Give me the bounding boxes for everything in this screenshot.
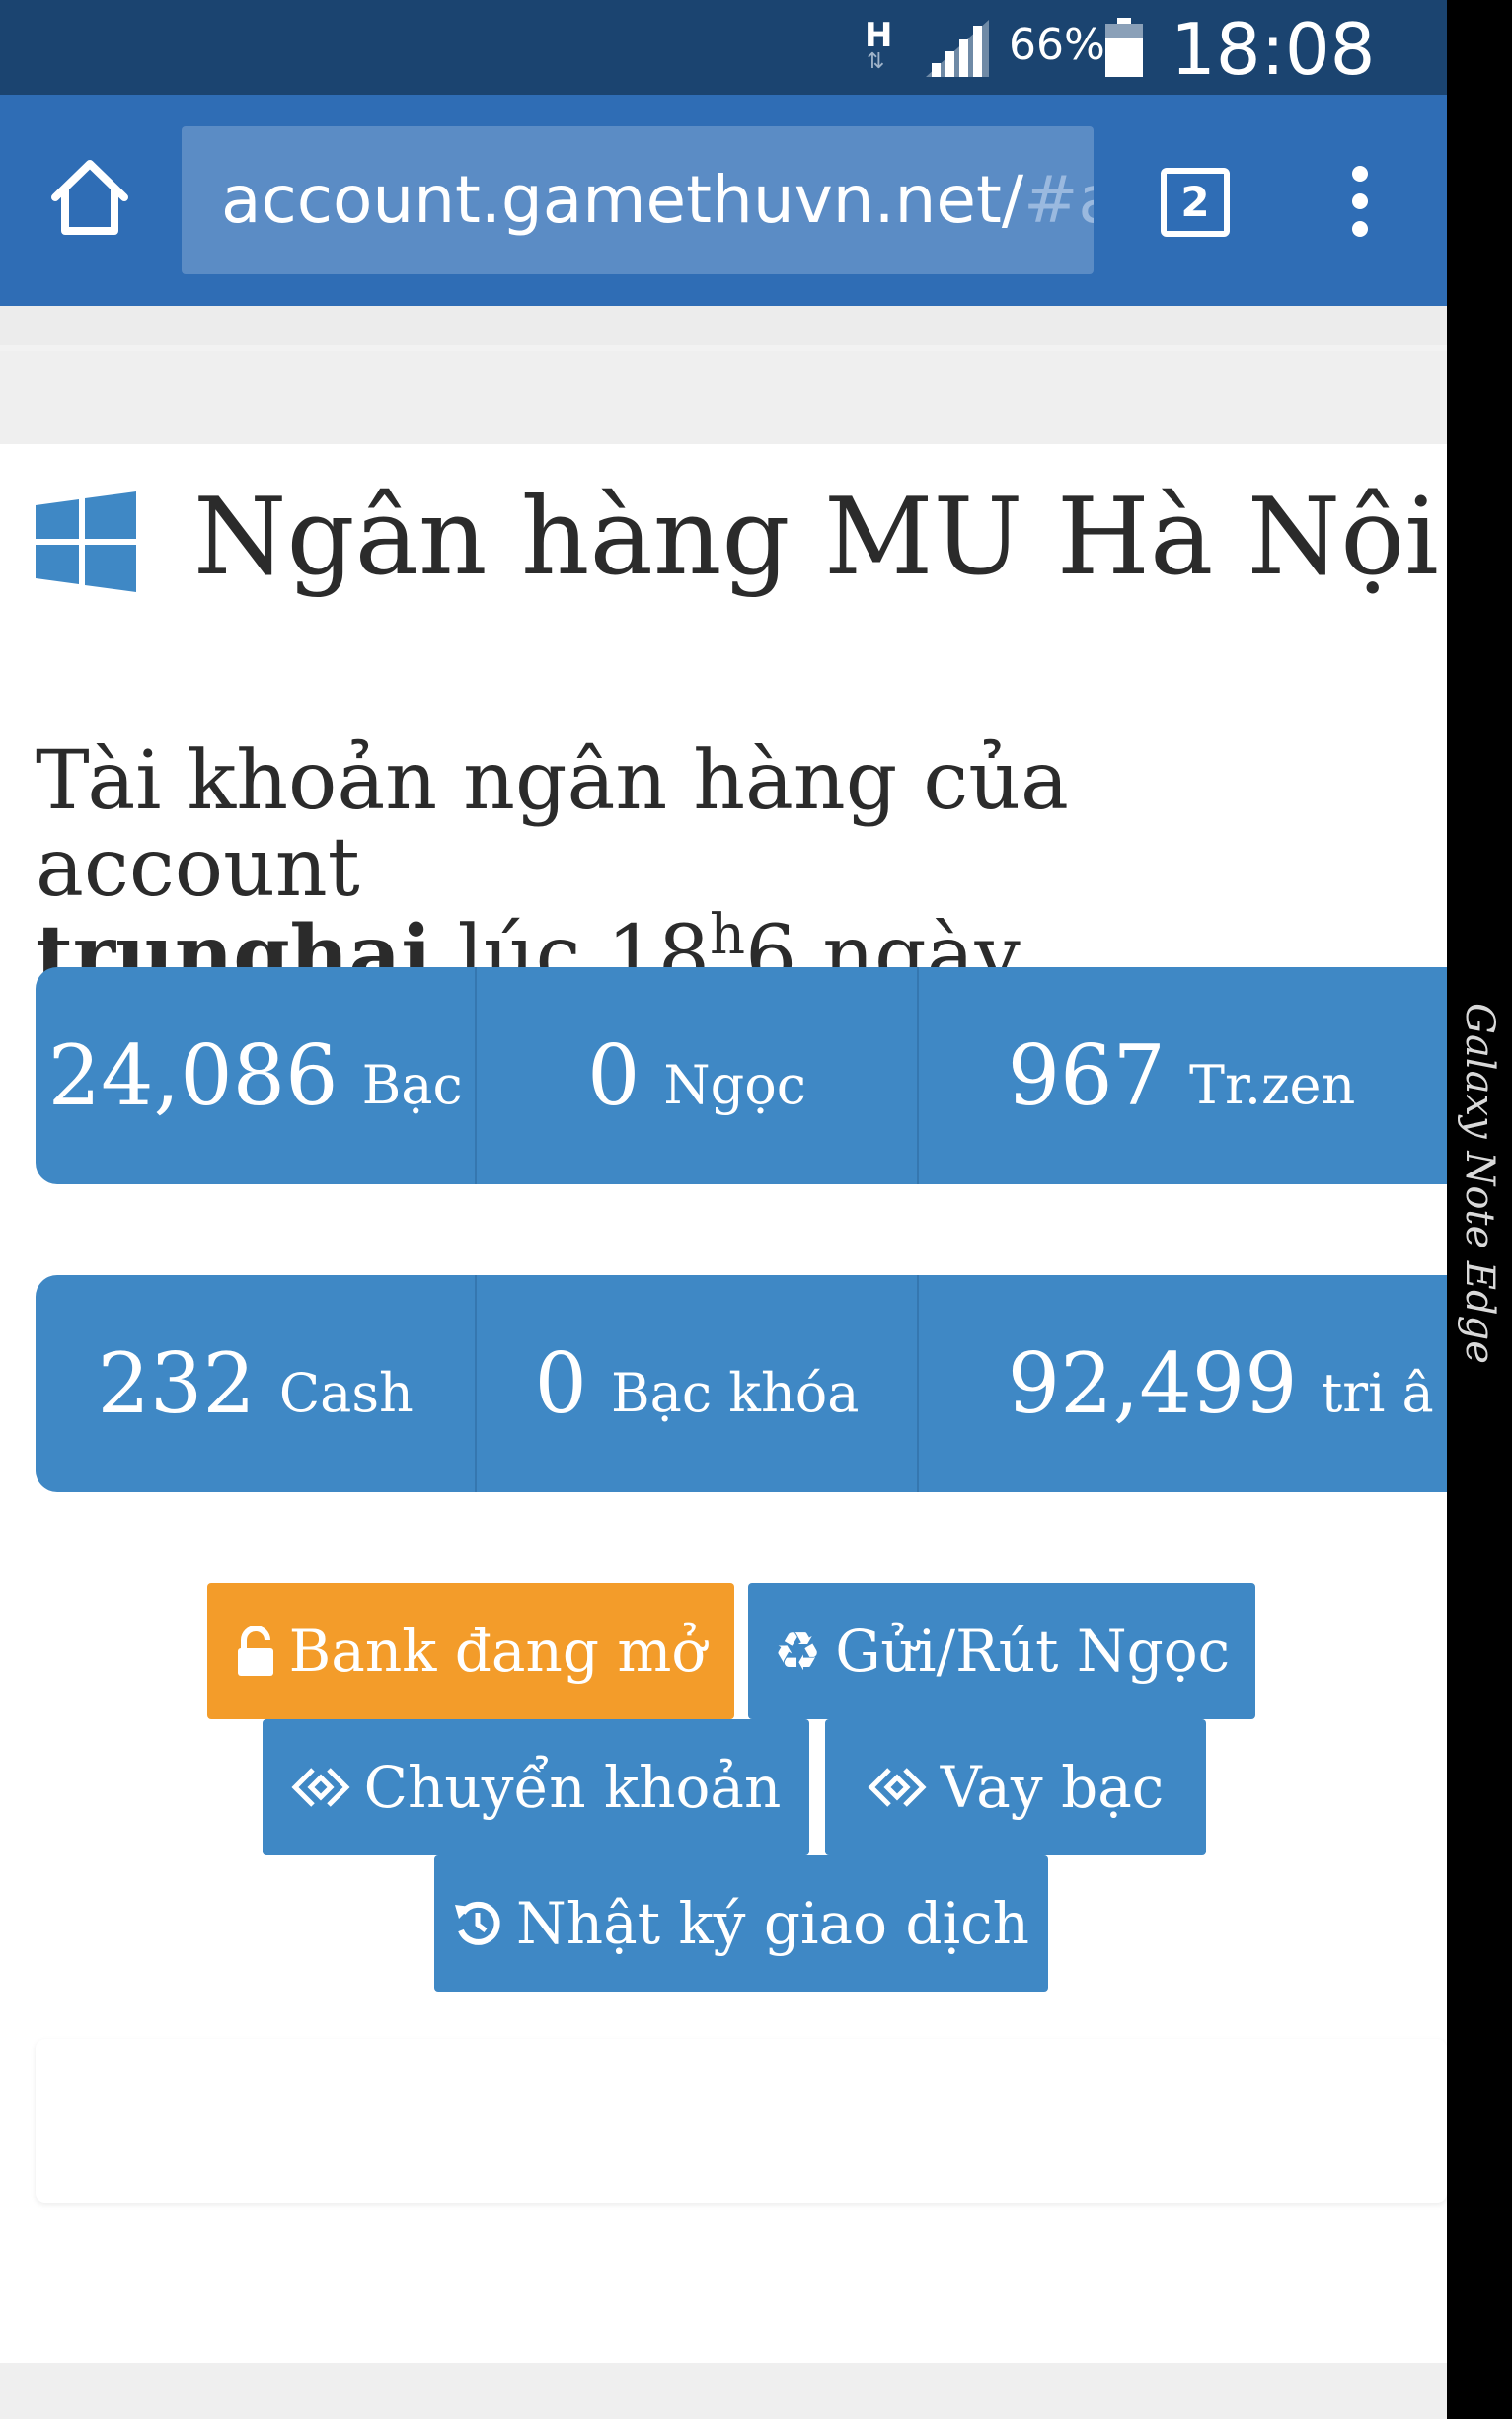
transaction-history-button[interactable]: Nhật ký giao dịch bbox=[434, 1855, 1048, 1992]
balance-value: 232 bbox=[97, 1335, 256, 1432]
subtitle-prefix: Tài khoản ngân hàng của account bbox=[36, 734, 1069, 915]
balance-unit: Cash bbox=[278, 1361, 414, 1424]
balance-value: 0 bbox=[534, 1335, 587, 1432]
page-title: Ngân hàng MU Hà Nội bbox=[193, 476, 1439, 599]
balance-bac: 24,086 Bạc bbox=[36, 967, 478, 1184]
history-icon bbox=[455, 1901, 500, 1945]
data-arrows-icon: ⇅ bbox=[867, 49, 885, 74]
balance-unit: Tr.zen bbox=[1189, 1053, 1356, 1116]
deposit-withdraw-label: Gửi/Rút Ngọc bbox=[835, 1618, 1231, 1685]
windows-logo-icon bbox=[36, 491, 136, 592]
transfer-icon bbox=[291, 1768, 350, 1807]
balance-zen: 967 Tr.zen bbox=[919, 967, 1447, 1184]
balance-unit: Bạc bbox=[361, 1053, 463, 1116]
loan-button[interactable]: Vay bạc bbox=[825, 1719, 1206, 1855]
balance-row-2: 232 Cash 0 Bạc khóa 92,499 tri â bbox=[36, 1275, 1447, 1492]
battery-icon bbox=[1105, 18, 1143, 77]
time-hour-mark: h bbox=[710, 903, 746, 967]
balance-tri-an: 92,499 tri â bbox=[919, 1275, 1447, 1492]
transfer-button[interactable]: Chuyển khoản bbox=[263, 1719, 809, 1855]
bank-status-button[interactable]: Bank đang mở bbox=[207, 1583, 734, 1719]
empty-panel bbox=[36, 2039, 1447, 2203]
browser-toolbar: account.gamethuvn.net/#a 2 bbox=[0, 95, 1447, 306]
transfer-label: Chuyển khoản bbox=[363, 1754, 782, 1821]
history-label: Nhật ký giao dịch bbox=[516, 1890, 1029, 1957]
balance-value: 967 bbox=[1007, 1027, 1166, 1124]
device-label: Galaxy Note Edge bbox=[1457, 1003, 1502, 1364]
balance-value: 24,086 bbox=[47, 1027, 339, 1124]
url-text-faded: #a bbox=[1023, 162, 1094, 238]
url-bar[interactable]: account.gamethuvn.net/#a bbox=[182, 126, 1094, 274]
transfer-icon bbox=[868, 1768, 927, 1807]
page-footer-band bbox=[0, 2363, 1447, 2419]
status-bar: H ⇅ 66% 18:08 bbox=[0, 0, 1447, 95]
balance-unit: Bạc khóa bbox=[610, 1361, 860, 1424]
unlock-icon bbox=[237, 1626, 273, 1676]
overflow-menu-icon[interactable] bbox=[1338, 166, 1382, 245]
page-gap bbox=[0, 351, 1447, 444]
balance-unit: tri â bbox=[1321, 1361, 1434, 1424]
signal-icon bbox=[926, 20, 989, 77]
clock: 18:08 bbox=[1171, 8, 1376, 91]
balance-cash: 232 Cash bbox=[36, 1275, 478, 1492]
balance-unit: Ngọc bbox=[663, 1053, 806, 1116]
loan-label: Vay bạc bbox=[940, 1754, 1165, 1821]
balance-value: 92,499 bbox=[1007, 1335, 1298, 1432]
balance-value: 0 bbox=[586, 1027, 641, 1124]
deposit-withdraw-button[interactable]: ♻ Gửi/Rút Ngọc bbox=[748, 1583, 1255, 1719]
tab-switcher-button[interactable]: 2 bbox=[1161, 168, 1230, 237]
recycle-icon: ♻ bbox=[773, 1620, 822, 1683]
balance-ngoc: 0 Ngọc bbox=[477, 967, 919, 1184]
url-text: account.gamethuvn.net/ bbox=[221, 162, 1024, 238]
battery-percent: 66% bbox=[1009, 20, 1105, 70]
bank-status-label: Bank đang mở bbox=[288, 1618, 707, 1685]
balance-bac-khoa: 0 Bạc khóa bbox=[477, 1275, 919, 1492]
balance-row-1: 24,086 Bạc 0 Ngọc 967 Tr.zen bbox=[36, 967, 1447, 1184]
home-icon[interactable] bbox=[47, 154, 132, 239]
divider bbox=[0, 306, 1447, 345]
